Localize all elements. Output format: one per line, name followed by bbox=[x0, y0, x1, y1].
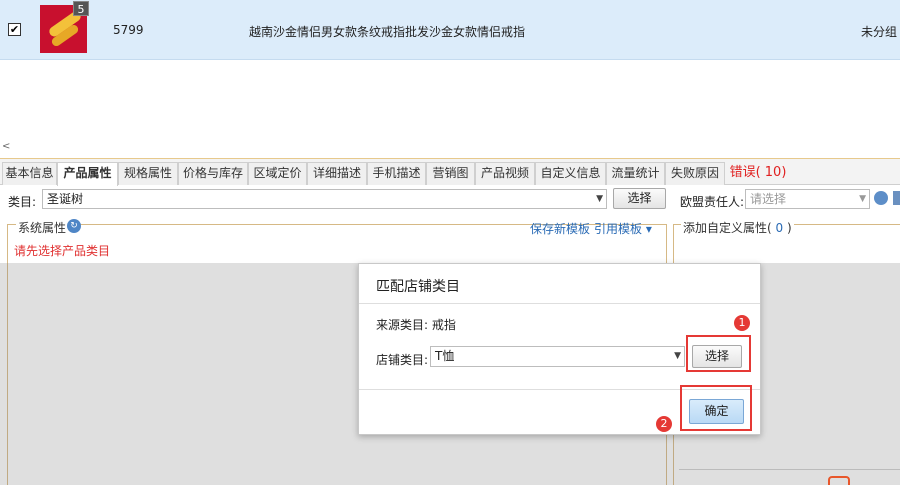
divider bbox=[359, 303, 760, 304]
tab-marketing-image[interactable]: 营销图 bbox=[426, 162, 475, 185]
step-2-marker: 2 bbox=[656, 416, 672, 432]
app-icon[interactable] bbox=[828, 476, 850, 485]
product-id: 5799 bbox=[113, 23, 144, 37]
product-checkbox[interactable]: ✔ bbox=[8, 23, 21, 36]
eu-responsible-label: 欧盟责任人: bbox=[680, 195, 745, 209]
highlight-select-button bbox=[686, 335, 751, 372]
store-category-value: T恤 bbox=[435, 349, 455, 363]
use-template-link[interactable]: 引用模板 ▾ bbox=[594, 220, 652, 237]
chevron-down-icon[interactable]: ▼ bbox=[859, 190, 866, 208]
horizontal-scrollbar[interactable]: < bbox=[0, 141, 900, 155]
tab-detail-description[interactable]: 详细描述 bbox=[307, 162, 367, 185]
chevron-down-icon[interactable]: ▼ bbox=[596, 190, 603, 208]
tab-price-stock[interactable]: 价格与库存 bbox=[178, 162, 248, 185]
category-value: 圣诞树 bbox=[47, 192, 84, 206]
tab-errors[interactable]: 错误( 10) bbox=[727, 162, 789, 185]
refresh-icon[interactable]: ↻ bbox=[67, 219, 81, 233]
eu-responsible-placeholder: 请选择 bbox=[750, 192, 787, 206]
tab-failure-reason[interactable]: 失败原因 bbox=[665, 162, 725, 185]
image-count-badge: 5 bbox=[73, 1, 89, 16]
save-template-link[interactable]: 保存新模板 bbox=[530, 220, 590, 237]
dialog-title: 匹配店铺类目 bbox=[376, 279, 460, 295]
custom-attributes-count: 0 bbox=[771, 221, 787, 235]
product-title[interactable]: 越南沙金情侣男女款条纹戒指批发沙金女款情侣戒指 bbox=[249, 23, 525, 40]
category-select-button[interactable]: 选择 bbox=[613, 188, 666, 209]
chevron-down-icon[interactable]: ▼ bbox=[674, 347, 681, 366]
product-row[interactable]: ✔ 5 5799 越南沙金情侣男女款条纹戒指批发沙金女款情侣戒指 未分组 bbox=[0, 0, 900, 60]
scroll-left-icon[interactable]: < bbox=[2, 141, 10, 152]
custom-attributes-label: 添加自定义属性( bbox=[683, 221, 772, 235]
tab-basic-info[interactable]: 基本信息 bbox=[2, 162, 57, 185]
tab-mobile-description[interactable]: 手机描述 bbox=[367, 162, 426, 185]
category-select[interactable]: 圣诞树 ▼ bbox=[42, 189, 607, 209]
highlight-confirm-button bbox=[680, 385, 752, 431]
store-category-label: 店铺类目: bbox=[376, 353, 429, 367]
tab-custom-info[interactable]: 自定义信息 bbox=[535, 162, 606, 185]
custom-attributes-title: 添加自定义属性( 0 ) bbox=[681, 219, 794, 236]
tab-spec-attributes[interactable]: 规格属性 bbox=[118, 162, 178, 185]
more-icon[interactable] bbox=[893, 191, 900, 205]
tab-product-video[interactable]: 产品视频 bbox=[475, 162, 535, 185]
refresh-icon[interactable] bbox=[874, 191, 888, 205]
select-category-message: 请先选择产品类目 bbox=[14, 244, 111, 258]
system-attributes-title: 系统属性 bbox=[16, 219, 69, 236]
eu-responsible-select[interactable]: 请选择 ▼ bbox=[745, 189, 870, 209]
store-category-select[interactable]: T恤 ▼ bbox=[430, 346, 685, 367]
tab-bar: 基本信息 产品属性 规格属性 价格与库存 区域定价 详细描述 手机描述 营销图 … bbox=[0, 158, 900, 186]
product-group: 未分组 bbox=[860, 25, 897, 39]
category-label: 类目: bbox=[8, 195, 37, 209]
tab-regional-pricing[interactable]: 区域定价 bbox=[248, 162, 307, 185]
source-category-text: 来源类目: 戒指 bbox=[376, 318, 456, 332]
tab-product-attributes[interactable]: 产品属性 bbox=[57, 162, 118, 186]
tab-traffic-stats[interactable]: 流量统计 bbox=[606, 162, 665, 185]
step-1-marker: 1 bbox=[734, 315, 750, 331]
custom-attributes-label-end: ) bbox=[786, 221, 792, 235]
category-row: 类目: 圣诞树 ▼ 选择 欧盟责任人: 请选择 ▼ bbox=[0, 186, 900, 213]
